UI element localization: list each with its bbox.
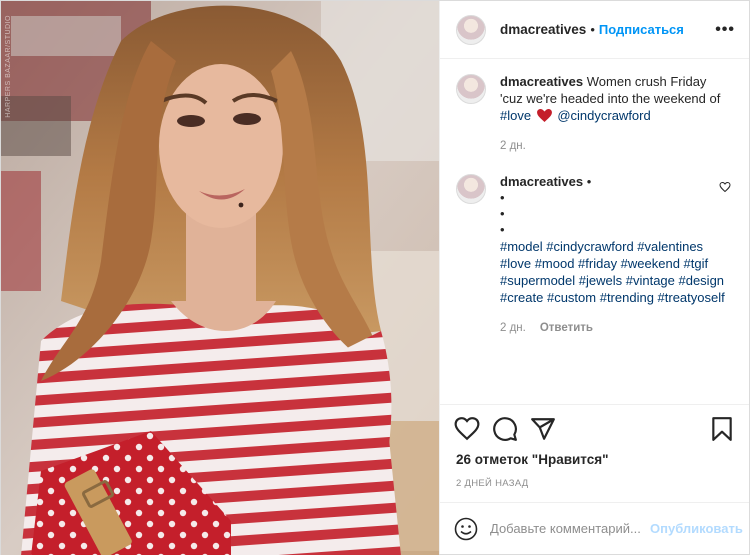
heart-icon[interactable] (454, 416, 480, 442)
caption-meta: 2 дн. (500, 138, 726, 155)
comment-time[interactable]: 2 дн. (500, 320, 526, 337)
reply-button[interactable]: Ответить (540, 320, 593, 337)
photo-watermark: HARPERS BAZAAR/STUDIO (5, 15, 12, 118)
instagram-post: HARPERS BAZAAR/STUDIO dmacreatives • Под… (0, 0, 750, 555)
follow-button[interactable]: Подписаться (599, 22, 684, 37)
comment-input[interactable] (490, 521, 650, 536)
caption-body: dmacreatives Women crush Friday 'cuz we'… (500, 73, 726, 155)
post-photo[interactable]: HARPERS BAZAAR/STUDIO (1, 1, 439, 555)
comment: dmacreatives • • • • #model #cindycrawfo… (456, 173, 733, 337)
post-actions (440, 404, 749, 452)
bullet-line: • (500, 190, 505, 205)
post-date[interactable]: 2 ДНЕЙ НАЗАД (440, 472, 749, 502)
likes-count[interactable]: 26 отметок "Нравится" (440, 452, 749, 472)
more-options-icon[interactable]: ••• (715, 21, 735, 39)
comment-username[interactable]: dmacreatives (500, 174, 583, 189)
comment-icon[interactable] (492, 416, 518, 442)
bullet-line: • (500, 222, 505, 237)
comment-hashtags[interactable]: #model #cindycrawford #valentines #love … (500, 238, 726, 306)
post-header: dmacreatives • Подписаться ••• (440, 1, 749, 59)
photo-illustration (1, 1, 439, 555)
avatar[interactable] (456, 14, 486, 45)
caption-time[interactable]: 2 дн. (500, 138, 526, 155)
emoji-icon[interactable] (454, 517, 478, 541)
separator-dot: • (590, 22, 595, 37)
caption-avatar[interactable] (456, 74, 486, 104)
comment-avatar[interactable] (456, 174, 486, 204)
comments-section: dmacreatives Women crush Friday 'cuz we'… (440, 59, 749, 404)
bullet-line: • (500, 206, 505, 221)
caption: dmacreatives Women crush Friday 'cuz we'… (456, 73, 733, 155)
post-username[interactable]: dmacreatives (500, 22, 586, 37)
caption-hashtag[interactable]: #love (500, 108, 531, 123)
publish-button[interactable]: Опубликовать (650, 521, 743, 536)
comment-like-heart-icon[interactable] (719, 181, 731, 193)
bookmark-icon[interactable] (709, 416, 735, 442)
add-comment-bar: Опубликовать (440, 502, 749, 554)
caption-mention[interactable]: @cindycrawford (557, 108, 650, 123)
red-heart-emoji-icon (536, 109, 552, 122)
share-icon[interactable] (530, 416, 556, 442)
post-side-panel: dmacreatives • Подписаться ••• dmacreati… (439, 1, 749, 554)
separator-dot: • (586, 174, 592, 189)
caption-username[interactable]: dmacreatives (500, 74, 583, 89)
comment-meta: 2 дн. Ответить (500, 320, 726, 337)
comment-body: dmacreatives • • • • #model #cindycrawfo… (500, 173, 726, 337)
